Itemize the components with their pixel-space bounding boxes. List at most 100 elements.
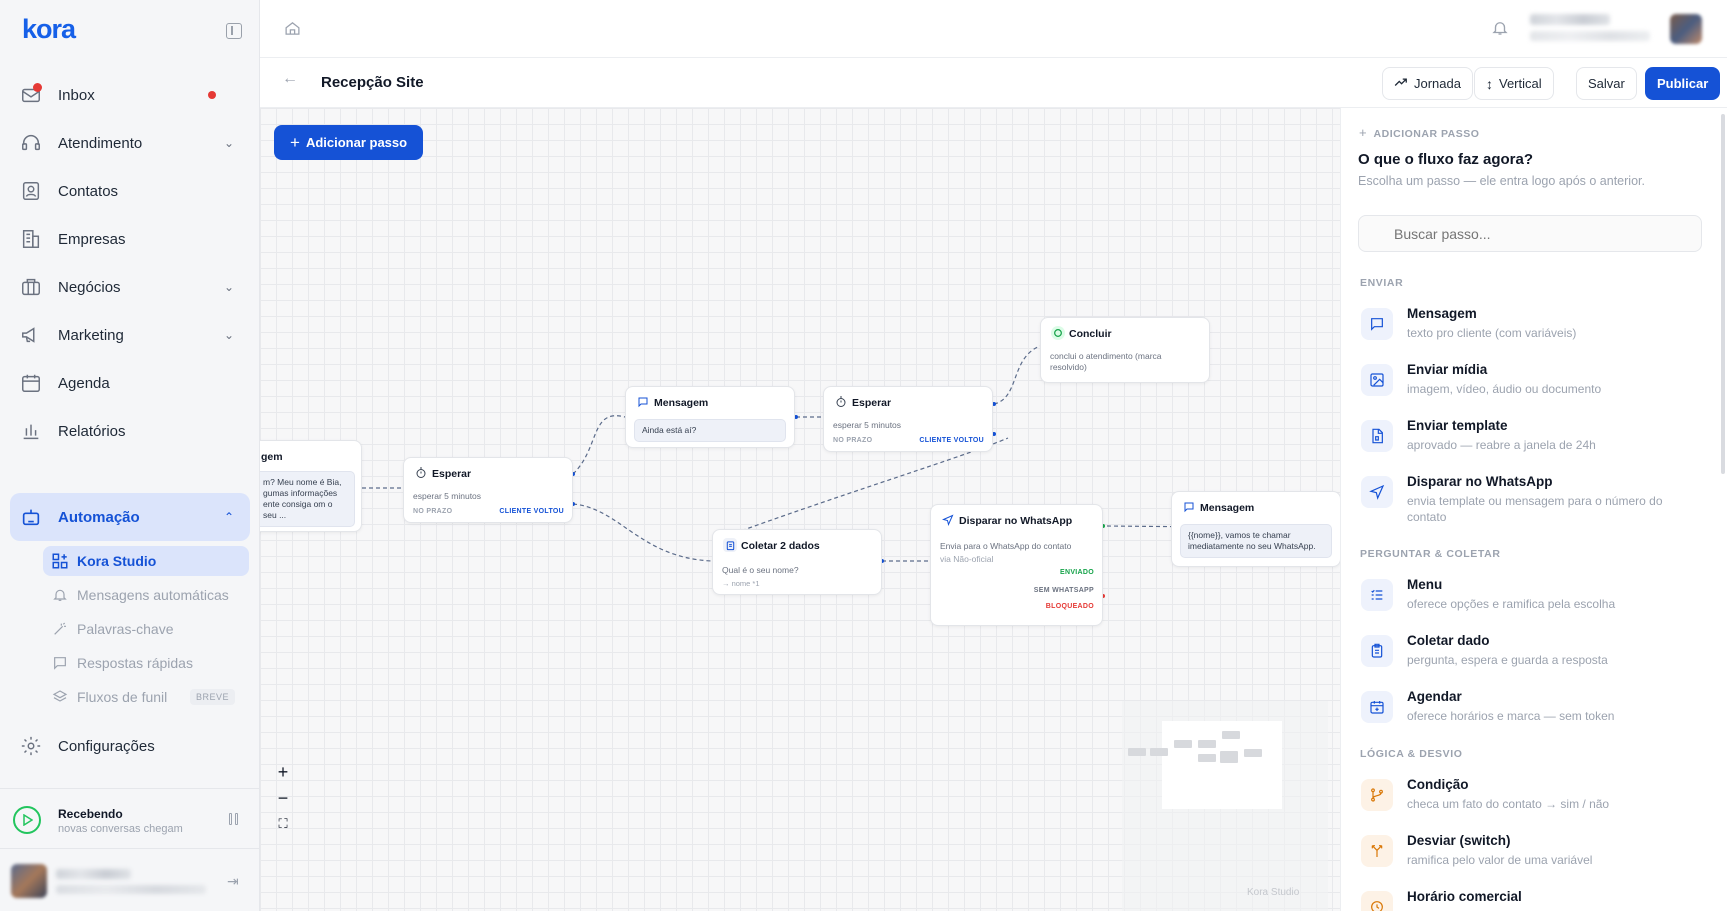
publish-button[interactable]: Publicar — [1645, 67, 1721, 100]
step-option-menu[interactable]: Menu oferece opções e ramifica pela esco… — [1359, 577, 1709, 629]
minimap[interactable]: Kora Studio — [1122, 701, 1328, 911]
section-perguntar-coletar: PERGUNTAR & COLETAR — [1360, 548, 1501, 560]
step-option-coletar-dado[interactable]: Coletar dado pergunta, espera e guarda a… — [1359, 633, 1709, 685]
minimap-node — [1222, 731, 1240, 739]
zoom-out-button[interactable]: − — [270, 785, 296, 811]
chevron-down-icon: ⌄ — [223, 280, 234, 294]
step-option-horario-comercial[interactable]: Horário comercial — [1359, 889, 1709, 911]
flow-node-coletar-dados[interactable]: Coletar 2 dados Qual é o seu nome? → nom… — [712, 529, 882, 595]
step-option-agendar[interactable]: Agendar oferece horários e marca — sem t… — [1359, 689, 1709, 741]
minimap-node — [1198, 754, 1216, 762]
step-option-desc: oferece horários e marca — sem token — [1407, 709, 1615, 723]
flow-node-concluir[interactable]: Concluir conclui o atendimento (marca re… — [1040, 317, 1210, 383]
sidebar-subitem-fluxos-de-funil[interactable]: Fluxos de funil BREVE — [43, 682, 249, 712]
calendar-icon — [20, 372, 42, 394]
sidebar-item-configuracoes[interactable]: Configurações — [10, 722, 250, 770]
sidebar-subitem-label: Kora Studio — [77, 553, 157, 569]
sidebar-item-contatos[interactable]: Contatos — [10, 167, 250, 215]
zoom-in-button[interactable]: + — [270, 759, 296, 785]
add-step-panel: + ADICIONAR PASSO O que o fluxo faz agor… — [1340, 108, 1727, 911]
vertical-button[interactable]: ↕ Vertical — [1474, 67, 1554, 100]
section-enviar: ENVIAR — [1360, 277, 1404, 289]
contacts-icon — [20, 180, 42, 202]
sidebar-item-marketing[interactable]: Marketing ⌄ — [10, 311, 250, 359]
sidebar-subitem-label: Fluxos de funil — [77, 689, 168, 705]
layers-icon — [51, 688, 69, 706]
search-input[interactable] — [1358, 215, 1702, 252]
timer-icon — [414, 466, 428, 480]
step-option-title: Condição — [1407, 777, 1469, 792]
flow-node-esperar[interactable]: Esperar esperar 5 minutos NO PRAZO CLIEN… — [403, 457, 573, 523]
sidebar-item-agenda[interactable]: Agenda — [10, 359, 250, 407]
sidebar-subitem-kora-studio[interactable]: Kora Studio — [43, 546, 249, 576]
receiving-status: Recebendo novas conversas chegam — [0, 788, 259, 848]
plus-icon: + — [1359, 125, 1368, 140]
clock-icon — [1361, 891, 1393, 911]
app-logo[interactable]: kora — [22, 14, 76, 45]
panel-scrollbar[interactable] — [1721, 114, 1725, 474]
chat-icon — [51, 654, 69, 672]
collapse-sidebar-icon[interactable] — [226, 23, 242, 39]
sidebar-subitem-label: Respostas rápidas — [77, 655, 193, 671]
tag-no-prazo: NO PRAZO — [413, 508, 453, 515]
chevron-down-icon: ⌄ — [223, 136, 234, 150]
flow-node-esperar[interactable]: Esperar esperar 5 minutos NO PRAZO CLIEN… — [823, 386, 993, 452]
node-channel: via Não-oficial — [940, 554, 994, 564]
check-circle-icon — [1051, 326, 1065, 340]
node-title: Esperar — [852, 397, 892, 409]
tag-cliente-voltou: CLIENTE VOLTOU — [499, 508, 564, 515]
flow-node-mensagem-partial[interactable]: gem m? Meu nome é Bia, gumas informações… — [260, 440, 362, 532]
step-option-enviar-midia[interactable]: Enviar mídia imagem, vídeo, áudio ou doc… — [1359, 362, 1709, 414]
trend-icon — [1394, 76, 1408, 91]
step-option-desc: envia template ou mensagem para o número… — [1407, 494, 1663, 524]
sidebar-item-relatorios[interactable]: Relatórios — [10, 407, 250, 455]
sidebar-subitem-respostas-rapidas[interactable]: Respostas rápidas — [43, 648, 249, 678]
minimap-node — [1128, 748, 1146, 756]
avatar[interactable] — [1670, 14, 1702, 44]
user-profile[interactable]: ⇥ — [0, 848, 259, 911]
sidebar-item-empresas[interactable]: Empresas — [10, 215, 250, 263]
flow-node-disparar-whatsapp[interactable]: Disparar no WhatsApp Envia para o WhatsA… — [930, 504, 1103, 626]
pause-icon[interactable] — [229, 813, 241, 825]
sidebar-subitem-mensagens-automaticas[interactable]: Mensagens automáticas — [43, 580, 249, 610]
output-sem-whatsapp: SEM WHATSAPP — [1033, 587, 1094, 594]
sidebar-item-negocios[interactable]: Negócios ⌄ — [10, 263, 250, 311]
panel-subtitle: Escolha um passo — ele entra logo após o… — [1358, 174, 1645, 188]
output-enviado: ENVIADO — [1060, 569, 1094, 576]
sidebar-item-label: Atendimento — [58, 134, 143, 152]
step-option-condicao[interactable]: Condição checa um fato do contato → sim … — [1359, 777, 1709, 829]
message-icon — [636, 395, 650, 409]
jornada-button[interactable]: Jornada — [1382, 67, 1473, 100]
sidebar-subitem-label: Mensagens automáticas — [77, 587, 229, 603]
chevron-up-icon: ⌃ — [223, 510, 234, 524]
status-subtitle: novas conversas chegam — [58, 823, 183, 835]
template-icon — [1361, 420, 1393, 452]
home-icon[interactable] — [284, 20, 301, 42]
minimap-node — [1174, 740, 1192, 748]
flow-node-mensagem[interactable]: Mensagem {{nome}}, vamos te chamar imedi… — [1171, 491, 1340, 567]
step-option-enviar-template[interactable]: Enviar template aprovado — reabre a jane… — [1359, 418, 1709, 470]
sidebar-item-automacao[interactable]: Automação ⌃ — [10, 493, 250, 541]
sidebar-item-label: Agenda — [58, 374, 110, 392]
sidebar-item-inbox[interactable]: Inbox — [10, 71, 250, 119]
play-icon[interactable] — [13, 806, 41, 834]
step-option-desc: checa um fato do contato → sim / não — [1407, 797, 1610, 811]
message-icon — [1361, 308, 1393, 340]
save-button[interactable]: Salvar — [1576, 67, 1637, 100]
flow-node-mensagem[interactable]: Mensagem Ainda está aí? — [625, 386, 795, 448]
node-title: Concluir — [1069, 328, 1112, 340]
bell-icon[interactable] — [1491, 19, 1509, 42]
step-option-mensagem[interactable]: Mensagem texto pro cliente (com variávei… — [1359, 306, 1709, 358]
back-arrow-icon[interactable]: ← — [282, 70, 298, 88]
node-message-preview: {{nome}}, vamos te chamar imediatamente … — [1180, 524, 1332, 558]
sidebar-subitem-palavras-chave[interactable]: Palavras-chave — [43, 614, 249, 644]
step-option-title: Coletar dado — [1407, 633, 1490, 648]
send-icon — [1361, 476, 1393, 508]
sidebar-item-atendimento[interactable]: Atendimento ⌄ — [10, 119, 250, 167]
flow-canvas[interactable]: + Adicionar passo gem m? Meu nome é Bia,… — [260, 108, 1340, 911]
panel-title: O que o fluxo faz agora? — [1358, 151, 1534, 168]
step-option-desviar-switch[interactable]: Desviar (switch) ramifica pelo valor de … — [1359, 833, 1709, 885]
fit-view-button[interactable]: ⛶ — [270, 811, 296, 837]
logout-icon[interactable]: ⇥ — [227, 873, 239, 890]
step-option-disparar-whatsapp[interactable]: Disparar no WhatsApp envia template ou m… — [1359, 474, 1709, 536]
